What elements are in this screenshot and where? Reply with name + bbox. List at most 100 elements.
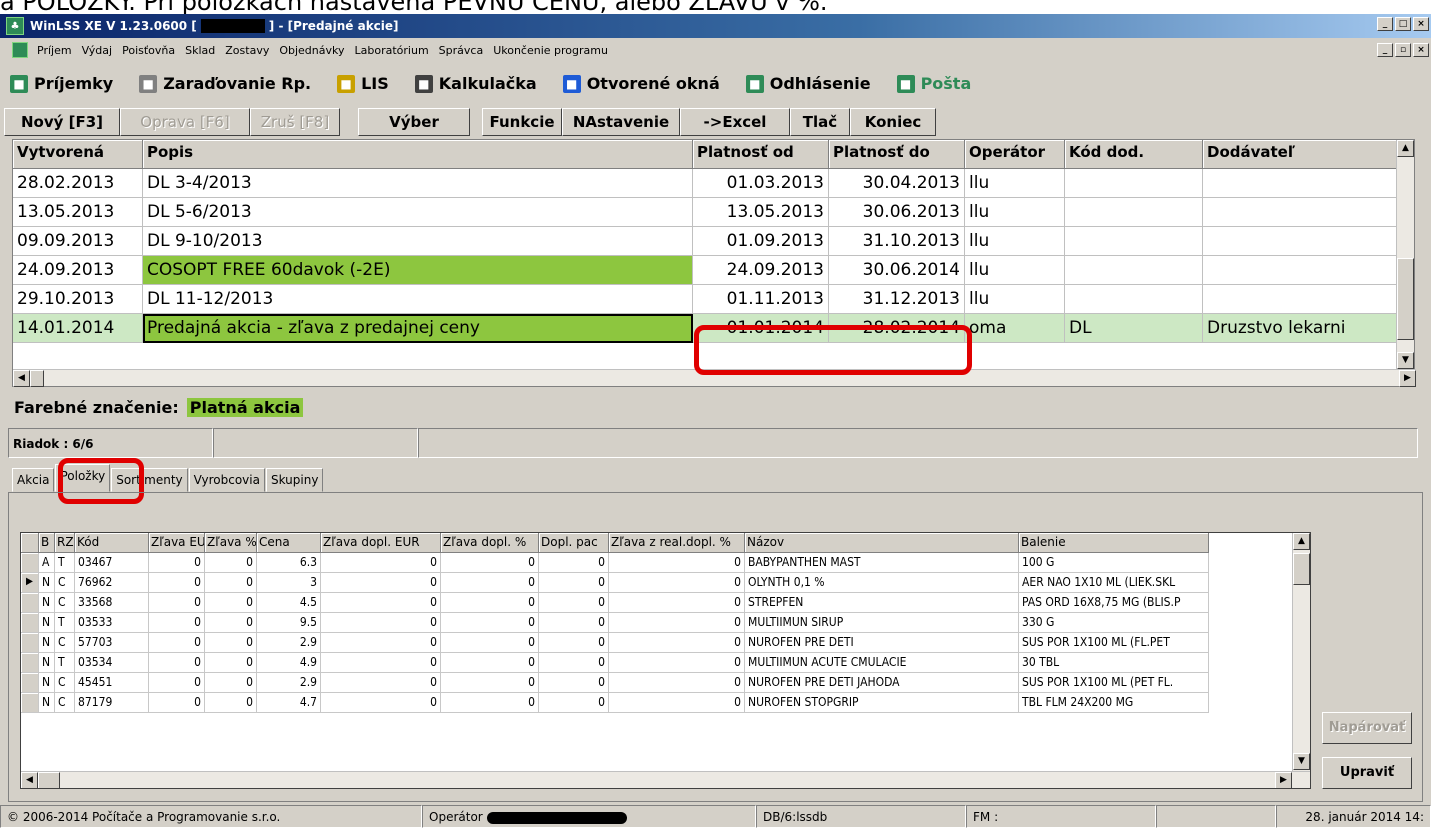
pair-button[interactable]: Napárovať (1322, 712, 1412, 744)
items-column-header-2[interactable]: Kód (75, 533, 149, 553)
items-row[interactable]: ▶ N C 76962 0 0 3 0 0 0 0 OLYNTH 0,1 % AER NAO 1X10 … (21, 573, 1209, 593)
items-row[interactable]: A T 03467 0 0 6.3 0 0 0 0 BABYPANTHEN MAST 100 G (21, 553, 1209, 573)
items-horizontal-scrollbar[interactable]: ◀ ▶ (21, 771, 1310, 788)
menu-item-4[interactable]: Zostavy (220, 44, 274, 57)
status-empty (1156, 805, 1276, 828)
items-scroll-thumb-h[interactable] (38, 772, 60, 788)
button-5[interactable]: NAstavenie (562, 108, 680, 136)
menu-item-5[interactable]: Objednávky (274, 44, 349, 57)
items-column-header-3[interactable]: Zľava EUR (149, 533, 205, 553)
items-row[interactable]: N C 87179 0 0 4.7 0 0 0 0 NUROFEN STOPGRIP TBL FLM … (21, 693, 1209, 713)
button-8[interactable]: Koniec (850, 108, 936, 136)
items-column-header-9[interactable]: Zľava z real.dopl. % (609, 533, 745, 553)
toolbar-prescription[interactable]: ■ Zaraďovanie Rp. (139, 74, 311, 93)
minimize-icon[interactable]: _ (1377, 17, 1393, 31)
toolbar-mail[interactable]: ■ Pošta (896, 74, 971, 93)
column-header-5[interactable]: Kód dod. (1065, 140, 1203, 169)
table-row[interactable]: 24.09.2013 COSOPT FREE 60davok (-2E) 24.09… (13, 256, 1399, 285)
table-cell: 01.03.2013 (693, 169, 829, 198)
toolbar-label: Otvorené okná (586, 74, 720, 93)
menu-item-0[interactable]: Príjem (32, 44, 77, 57)
edit-button[interactable]: Upraviť (1322, 757, 1412, 789)
items-cell: 45451 (75, 673, 149, 693)
vertical-scrollbar[interactable]: ▲ ▼ (1396, 140, 1414, 370)
scroll-right-icon[interactable]: ▶ (1399, 370, 1416, 387)
column-header-4[interactable]: Operátor (965, 140, 1065, 169)
items-scroll-right-icon[interactable]: ▶ (1275, 772, 1292, 788)
row-indicator (21, 633, 39, 653)
table-cell (1203, 227, 1399, 256)
items-column-header-0[interactable]: B (39, 533, 55, 553)
table-row[interactable]: 28.02.2013 DL 3-4/2013 01.03.2013 30.04.201… (13, 169, 1399, 198)
table-row[interactable]: 09.09.2013 DL 9-10/2013 01.09.2013 31.10.20… (13, 227, 1399, 256)
window-title: WinLSS XE V 1.23.0600 [ (30, 19, 197, 33)
menu-item-7[interactable]: Správca (434, 44, 489, 57)
column-header-1[interactable]: Popis (143, 140, 693, 169)
items-column-header-6[interactable]: Zľava dopl. EUR (321, 533, 441, 553)
table-row[interactable]: 29.10.2013 DL 11-12/2013 01.11.2013 31.12.2… (13, 285, 1399, 314)
scroll-down-icon[interactable]: ▼ (1397, 352, 1414, 369)
items-cell: 0 (149, 673, 205, 693)
items-column-header-1[interactable]: RZP (55, 533, 75, 553)
menu-item-2[interactable]: Poisťovňa (117, 44, 180, 57)
scroll-thumb[interactable] (1397, 258, 1414, 340)
items-row[interactable]: N T 03534 0 0 4.9 0 0 0 0 MULTIIMUN ACUTE CMULACIE… (21, 653, 1209, 673)
button-1[interactable]: Oprava [F6] (120, 108, 250, 136)
items-cell: 0 (609, 653, 745, 673)
items-row[interactable]: N T 03533 0 0 9.5 0 0 0 0 MULTIIMUN SIRUP 330 G (21, 613, 1209, 633)
toolbar-label: Zaraďovanie Rp. (163, 74, 312, 93)
maximize-icon[interactable]: □ (1395, 17, 1411, 31)
button-7[interactable]: Tlač (790, 108, 850, 136)
toolbar-logout[interactable]: ■ Odhlásenie (745, 74, 871, 93)
menu-item-8[interactable]: Ukončenie programu (488, 44, 613, 57)
items-row[interactable]: N C 45451 0 0 2.9 0 0 0 0 NUROFEN PRE DETI JAHODA S… (21, 673, 1209, 693)
menu-item-1[interactable]: Výdaj (77, 44, 118, 57)
scroll-thumb-h[interactable] (30, 370, 44, 387)
items-row[interactable]: N C 33568 0 0 4.5 0 0 0 0 STREPFEN PAS ORD 16X8,75 … (21, 593, 1209, 613)
table-row[interactable]: 13.05.2013 DL 5-6/2013 13.05.2013 30.06.201… (13, 198, 1399, 227)
tab-3[interactable]: Vyrobcovia (188, 468, 265, 492)
items-column-header-7[interactable]: Zľava dopl. % (441, 533, 539, 553)
menu-item-3[interactable]: Sklad (180, 44, 220, 57)
column-header-3[interactable]: Platnosť do (829, 140, 965, 169)
column-header-6[interactable]: Dodávateľ (1203, 140, 1399, 169)
close-icon[interactable]: × (1413, 17, 1429, 31)
column-header-2[interactable]: Platnosť od (693, 140, 829, 169)
items-cell: 0 (539, 633, 609, 653)
items-column-header-8[interactable]: Dopl. pac (539, 533, 609, 553)
items-scroll-up-icon[interactable]: ▲ (1293, 533, 1310, 550)
button-6[interactable]: ->Excel (680, 108, 790, 136)
table-cell: 14.01.2014 (13, 314, 143, 343)
toolbar-link[interactable]: ■ LIS (337, 74, 389, 93)
toolbar-windows[interactable]: ■ Otvorené okná (562, 74, 720, 93)
items-column-header-11[interactable]: Balenie (1019, 533, 1209, 553)
scroll-up-icon[interactable]: ▲ (1397, 140, 1414, 157)
tab-0[interactable]: Akcia (12, 468, 55, 492)
toolbar-receipt[interactable]: ■ Príjemky (10, 74, 113, 93)
menu-item-6[interactable]: Laboratórium (350, 44, 434, 57)
items-vertical-scrollbar[interactable]: ▲ ▼ (1292, 533, 1310, 771)
items-column-header-10[interactable]: Názov (745, 533, 1019, 553)
child-close-icon[interactable]: × (1413, 43, 1429, 57)
button-2[interactable]: Zruš [F8] (250, 108, 340, 136)
items-column-header-5[interactable]: Cena (257, 533, 321, 553)
items-scroll-thumb[interactable] (1293, 553, 1310, 585)
status-cell-3 (418, 428, 1418, 458)
items-scroll-down-icon[interactable]: ▼ (1293, 753, 1310, 770)
scroll-left-icon[interactable]: ◀ (13, 370, 30, 387)
logout-icon: ■ (745, 74, 764, 93)
child-minimize-icon[interactable]: _ (1377, 43, 1393, 57)
items-scroll-left-icon[interactable]: ◀ (21, 772, 38, 788)
items-column-header-4[interactable]: Zľava % (205, 533, 257, 553)
date-field: 28. január 2014 14: (1276, 805, 1431, 828)
items-row[interactable]: N C 57703 0 0 2.9 0 0 0 0 NUROFEN PRE DETI SUS POR … (21, 633, 1209, 653)
child-restore-icon[interactable]: ▫ (1395, 43, 1411, 57)
button-3[interactable]: Výber (358, 108, 470, 136)
column-header-0[interactable]: Vytvorená (13, 140, 143, 169)
toolbar-calculator[interactable]: ■ Kalkulačka (414, 74, 537, 93)
tab-4[interactable]: Skupiny (265, 468, 324, 492)
redacted-block (200, 19, 265, 33)
button-0[interactable]: Nový [F3] (4, 108, 120, 136)
button-4[interactable]: Funkcie (482, 108, 562, 136)
items-cell: 0 (539, 573, 609, 593)
